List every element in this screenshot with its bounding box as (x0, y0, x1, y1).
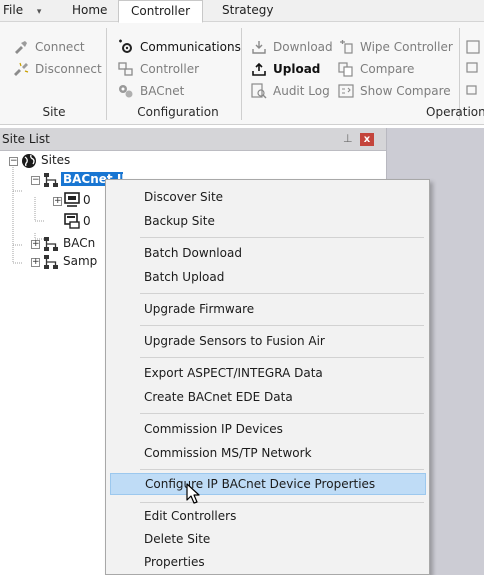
download-button[interactable]: Download (250, 36, 333, 58)
menu-item-commission-mstp[interactable]: Commission MS/TP Network (144, 442, 312, 464)
compare-button[interactable]: Compare (337, 58, 414, 80)
ribbon-overflow-button[interactable] (466, 36, 484, 58)
show-compare-button[interactable]: Show Compare (337, 80, 451, 102)
download-icon (250, 39, 268, 55)
globe-icon (21, 153, 37, 169)
upload-label: Upload (273, 62, 321, 76)
audit-log-label: Audit Log (273, 84, 330, 98)
bacnet-label: BACnet (140, 84, 185, 98)
ribbon-divider (241, 28, 242, 120)
bacnet-config-button[interactable]: BACnet (117, 80, 184, 102)
tab-strategy[interactable]: Strategy (212, 0, 283, 22)
collapse-sites-icon[interactable]: − (9, 157, 18, 166)
wipe-controller-button[interactable]: Wipe Controller (337, 36, 453, 58)
tree-node-device-1[interactable]: 0 (83, 193, 91, 207)
communications-label: Communications (140, 40, 241, 54)
tree-node-bacnet-site[interactable]: BACn (63, 236, 95, 250)
menu-item-export-aspect-integra[interactable]: Export ASPECT/INTEGRA Data (144, 362, 323, 384)
wipe-controller-label: Wipe Controller (360, 40, 453, 54)
compare-icon (337, 61, 355, 77)
expand-site-icon[interactable]: + (31, 240, 40, 249)
tab-controller[interactable]: Controller (118, 0, 204, 23)
wipe-controller-icon (337, 39, 355, 55)
network-icon (43, 236, 59, 252)
menu-item-batch-download[interactable]: Batch Download (144, 242, 242, 264)
site-list-header: Site List ⊥ x (0, 128, 386, 151)
menu-separator (140, 469, 424, 470)
menu-item-create-bacnet-ede[interactable]: Create BACnet EDE Data (144, 386, 293, 408)
menu-separator (140, 325, 424, 326)
menu-item-batch-upload[interactable]: Batch Upload (144, 266, 224, 288)
menu-separator (140, 293, 424, 294)
menu-item-edit-controllers[interactable]: Edit Controllers (144, 505, 236, 527)
controller-small-icon (466, 61, 484, 77)
show-compare-icon (337, 83, 355, 99)
connect-label: Connect (35, 40, 85, 54)
upload-icon (250, 61, 268, 77)
connect-plug-icon (12, 39, 30, 55)
ribbon: Connect Disconnect Site Communications C… (0, 22, 484, 125)
ribbon-divider (106, 28, 107, 120)
expand-site-icon[interactable]: + (31, 258, 40, 267)
menu-bar: File ▾ Home Controller Strategy (0, 0, 484, 23)
controller-device-icon (64, 213, 80, 229)
download-label: Download (273, 40, 333, 54)
communications-button[interactable]: Communications (117, 36, 241, 58)
close-panel-icon[interactable]: x (360, 133, 374, 146)
menu-item-upgrade-firmware[interactable]: Upgrade Firmware (144, 298, 254, 320)
tree-node-device-2[interactable]: 0 (83, 214, 91, 228)
communications-icon (117, 39, 135, 55)
network-icon (43, 172, 59, 188)
site-group-label: Site (42, 105, 66, 119)
controller-label: Controller (140, 62, 200, 76)
audit-log-button[interactable]: Audit Log (250, 80, 330, 102)
menu-item-commission-ip-devices[interactable]: Commission IP Devices (144, 418, 283, 440)
tab-home[interactable]: Home (62, 0, 117, 22)
compare-label: Compare (360, 62, 415, 76)
network-icon (43, 254, 59, 270)
controller-icon (117, 61, 135, 77)
menu-separator (140, 357, 424, 358)
menu-item-backup-site[interactable]: Backup Site (144, 210, 215, 232)
ribbon-overflow-button-3[interactable] (466, 80, 484, 102)
controller-config-button[interactable]: Controller (117, 58, 199, 80)
disconnect-button[interactable]: Disconnect (12, 58, 102, 80)
controller-device-icon (64, 192, 80, 208)
menu-item-properties[interactable]: Properties (144, 551, 205, 573)
disconnect-plug-icon (12, 61, 30, 77)
menu-separator (140, 413, 424, 414)
menu-item-delete-site[interactable]: Delete Site (144, 528, 210, 550)
ribbon-overflow-button-2[interactable] (466, 58, 484, 80)
site-list-title: Site List (2, 132, 50, 146)
file-menu[interactable]: File ▾ (3, 0, 41, 22)
menu-separator (140, 237, 424, 238)
menu-item-discover-site[interactable]: Discover Site (144, 186, 223, 208)
file-dropdown-icon: ▾ (36, 7, 42, 17)
menu-separator (140, 502, 424, 503)
operations-group-label: Operation (426, 105, 484, 119)
audit-log-icon (250, 83, 268, 99)
tree-node-sample-site[interactable]: Samp (63, 254, 97, 268)
pin-icon[interactable]: ⊥ (343, 132, 353, 145)
site-context-menu: Discover Site Backup Site Batch Download… (105, 179, 430, 575)
upload-button[interactable]: Upload (250, 58, 320, 80)
collapse-bacnet-ip-icon[interactable]: − (31, 176, 40, 185)
tree-node-sites[interactable]: Sites (41, 153, 70, 167)
counter-icon (466, 39, 484, 55)
disconnect-label: Disconnect (35, 62, 102, 76)
expand-device-icon[interactable]: + (53, 197, 62, 206)
configuration-group-label: Configuration (137, 105, 219, 119)
file-menu-label: File (3, 3, 24, 17)
menu-item-upgrade-sensors[interactable]: Upgrade Sensors to Fusion Air (144, 330, 325, 352)
menu-item-configure-ip-bacnet[interactable]: Configure IP BACnet Device Properties (110, 473, 426, 495)
show-compare-label: Show Compare (360, 84, 451, 98)
controller-small-icon (466, 83, 484, 99)
connect-button[interactable]: Connect (12, 36, 85, 58)
bacnet-gear-icon (117, 83, 135, 99)
